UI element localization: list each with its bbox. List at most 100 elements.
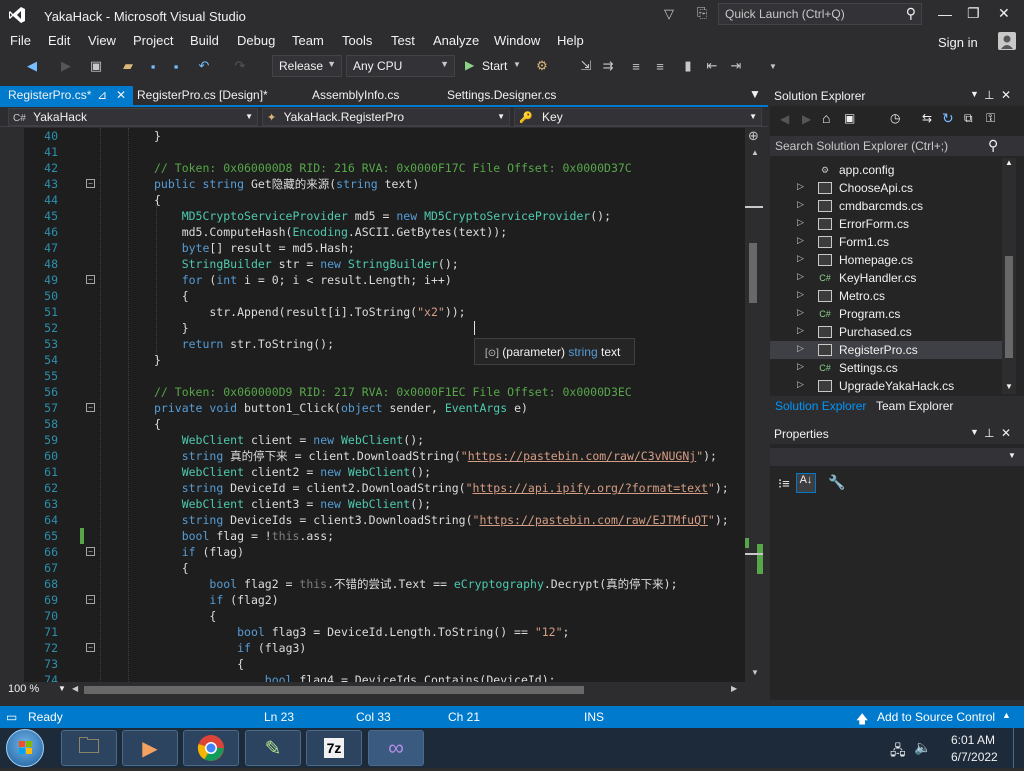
bookmark-icon[interactable]: ▮ bbox=[680, 56, 696, 76]
start-orb-button[interactable] bbox=[6, 729, 44, 767]
solution-tree-item[interactable]: ▷ Metro.cs bbox=[770, 287, 1002, 305]
home-icon[interactable]: ⌂ bbox=[822, 110, 830, 126]
code-line[interactable]: 57 − private void button1_Click(object sen… bbox=[0, 400, 745, 416]
code-line[interactable]: 45 MD5CryptoServiceProvider md5 = new MD… bbox=[0, 208, 745, 224]
tab-registerpro-design[interactable]: RegisterPro.cs [Design]* bbox=[129, 86, 276, 106]
filter-icon[interactable]: ▽ bbox=[664, 6, 674, 22]
menu-help[interactable]: Help bbox=[557, 33, 584, 48]
vertical-scrollbar[interactable]: ⊕ ▲ ▼ bbox=[745, 128, 768, 682]
step-over-icon[interactable]: ⇉ bbox=[600, 56, 616, 76]
expand-arrow-icon[interactable]: ▷ bbox=[797, 199, 804, 210]
menu-build[interactable]: Build bbox=[190, 33, 219, 48]
code-line[interactable]: 41 bbox=[0, 144, 745, 160]
menu-analyze[interactable]: Analyze bbox=[433, 33, 479, 48]
feedback-icon[interactable]: ⎘ bbox=[697, 5, 707, 21]
code-line[interactable]: 56 // Token: 0x060000D9 RID: 217 RVA: 0x0… bbox=[0, 384, 745, 400]
forward-icon[interactable]: ▶ bbox=[802, 112, 811, 126]
code-line[interactable]: 55 bbox=[0, 368, 745, 384]
taskbar-visual-studio[interactable]: ∞ bbox=[368, 730, 424, 766]
close-panel-icon[interactable]: ✕ bbox=[1001, 88, 1011, 102]
tab-registerpro-cs[interactable]: RegisterPro.cs* ⊿ ✕ bbox=[0, 86, 133, 106]
taskbar-explorer[interactable]: 🗀 bbox=[61, 730, 117, 766]
code-line[interactable]: 42 // Token: 0x060000D8 RID: 216 RVA: 0x0… bbox=[0, 160, 745, 176]
taskbar-7zip[interactable]: 7z bbox=[306, 730, 362, 766]
scroll-down-icon[interactable]: ▼ bbox=[1005, 382, 1013, 391]
outdent-icon[interactable]: ≡ bbox=[652, 56, 668, 76]
sign-in-link[interactable]: Sign in bbox=[938, 35, 978, 50]
solution-tree-item[interactable]: ▷ C# KeyHandler.cs bbox=[770, 269, 1002, 287]
code-line[interactable]: 52 } bbox=[0, 320, 745, 336]
tab-settings-designer[interactable]: Settings.Designer.cs bbox=[439, 86, 564, 106]
pin-icon[interactable]: ⊥ bbox=[984, 88, 994, 102]
code-line[interactable]: 62 string DeviceId = client2.DownloadStr… bbox=[0, 480, 745, 496]
panel-menu-icon[interactable]: ▼ bbox=[970, 427, 979, 437]
save-all-icon[interactable]: ▪ bbox=[168, 56, 184, 76]
code-line[interactable]: 46 md5.ComputeHash(Encoding.ASCII.GetByt… bbox=[0, 224, 745, 240]
tab-solution-explorer[interactable]: Solution Explorer bbox=[775, 399, 866, 413]
expand-arrow-icon[interactable]: ▷ bbox=[797, 343, 804, 354]
scroll-right-icon[interactable]: ▶ bbox=[731, 684, 737, 693]
quick-launch-input[interactable]: Quick Launch (Ctrl+Q) ⚲ bbox=[718, 3, 922, 25]
step-into-icon[interactable]: ⇲ bbox=[578, 56, 594, 76]
scroll-thumb[interactable] bbox=[749, 243, 757, 303]
undo-icon[interactable]: ↶ bbox=[196, 56, 212, 76]
menu-team[interactable]: Team bbox=[292, 33, 324, 48]
zoom-dropdown[interactable]: 100 % ▼ bbox=[8, 683, 68, 697]
collapse-all-icon[interactable]: ⧉ bbox=[964, 111, 973, 126]
collapse-icon[interactable]: − bbox=[86, 547, 95, 556]
scroll-thumb[interactable] bbox=[1005, 256, 1013, 358]
code-line[interactable]: 71 bool flag3 = DeviceId.Length.ToString… bbox=[0, 624, 745, 640]
volume-icon[interactable]: 🔈 bbox=[914, 739, 931, 756]
menu-file[interactable]: File bbox=[10, 33, 31, 48]
code-line[interactable]: 58 { bbox=[0, 416, 745, 432]
categorized-icon[interactable]: ⁝≡ bbox=[778, 476, 790, 492]
tab-overflow-icon[interactable]: ▼ bbox=[749, 87, 761, 101]
code-line[interactable]: 63 WebClient client3 = new WebClient(); bbox=[0, 496, 745, 512]
close-button[interactable]: ✕ bbox=[998, 5, 1010, 22]
solution-tree-item[interactable]: ▷ Purchased.cs bbox=[770, 323, 1002, 341]
code-line[interactable]: 67 { bbox=[0, 560, 745, 576]
network-icon[interactable]: 🖧 bbox=[890, 740, 906, 764]
solution-tree-item[interactable]: ▷ cmdbarcmds.cs bbox=[770, 197, 1002, 215]
code-line[interactable]: 59 WebClient client = new WebClient(); bbox=[0, 432, 745, 448]
menu-test[interactable]: Test bbox=[391, 33, 415, 48]
toolbar-overflow-icon[interactable]: ▼ bbox=[768, 56, 778, 76]
scroll-up-icon[interactable]: ▲ bbox=[751, 148, 759, 157]
code-line[interactable]: 69 − if (flag2) bbox=[0, 592, 745, 608]
solution-tree-item[interactable]: ▷ UpgradeYakaHack.cs bbox=[770, 377, 1002, 395]
pin-icon[interactable]: ⊥ bbox=[984, 426, 994, 440]
solution-tree-item[interactable]: ▷ Homepage.cs bbox=[770, 251, 1002, 269]
expand-arrow-icon[interactable]: ▷ bbox=[797, 181, 804, 192]
solution-tree-item[interactable]: ▷ C# Program.cs bbox=[770, 305, 1002, 323]
code-line[interactable]: 49 − for (int i = 0; i < result.Length; i… bbox=[0, 272, 745, 288]
collapse-icon[interactable]: − bbox=[86, 275, 95, 284]
expand-arrow-icon[interactable]: ▷ bbox=[797, 217, 804, 228]
minimize-button[interactable]: — bbox=[938, 6, 952, 22]
properties-object-dropdown[interactable]: ▼ bbox=[770, 448, 1024, 466]
expand-arrow-icon[interactable]: ▷ bbox=[797, 361, 804, 372]
project-dropdown[interactable]: C# YakaHack ▼ bbox=[8, 108, 258, 126]
show-desktop-button[interactable] bbox=[1013, 728, 1024, 768]
menu-window[interactable]: Window bbox=[494, 33, 540, 48]
expand-arrow-icon[interactable]: ▷ bbox=[797, 235, 804, 246]
platform-dropdown[interactable]: Any CPU ▼ bbox=[346, 55, 455, 77]
solution-tree-item[interactable]: ⚙ app.config bbox=[770, 161, 1002, 179]
scroll-down-icon[interactable]: ▼ bbox=[751, 668, 759, 677]
open-file-icon[interactable]: ▰ bbox=[120, 56, 136, 76]
properties-icon[interactable]: ⚿ bbox=[986, 111, 995, 126]
close-panel-icon[interactable]: ✕ bbox=[1001, 426, 1011, 440]
expand-arrow-icon[interactable]: ▷ bbox=[797, 271, 804, 282]
solution-tree-item[interactable]: ▷ RegisterPro.cs bbox=[770, 341, 1002, 359]
code-line[interactable]: 60 string 真的停下来 = client.DownloadString(… bbox=[0, 448, 745, 464]
expand-arrow-icon[interactable]: ▷ bbox=[797, 253, 804, 264]
solution-tree-item[interactable]: ▷ Form1.cs bbox=[770, 233, 1002, 251]
pin-icon[interactable]: ⊿ bbox=[97, 88, 107, 102]
add-to-source-control-button[interactable]: Add to Source Control bbox=[877, 710, 995, 724]
taskbar-media-player[interactable]: ▶ bbox=[122, 730, 178, 766]
scroll-up-icon[interactable]: ▲ bbox=[1005, 158, 1013, 167]
clock-time[interactable]: 6:01 AM bbox=[951, 733, 995, 747]
code-line[interactable]: 48 StringBuilder str = new StringBuilder… bbox=[0, 256, 745, 272]
new-project-icon[interactable]: ▣ bbox=[88, 56, 104, 76]
solution-tree-item[interactable]: ▷ ErrorForm.cs bbox=[770, 215, 1002, 233]
expand-arrow-icon[interactable]: ▷ bbox=[797, 289, 804, 300]
